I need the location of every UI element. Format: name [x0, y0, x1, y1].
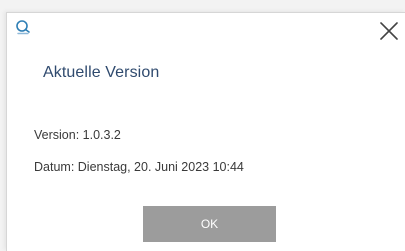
- ok-button-label: OK: [200, 217, 219, 231]
- close-icon[interactable]: [378, 20, 400, 42]
- ok-button[interactable]: OK: [143, 206, 276, 242]
- app-logo-icon: [15, 19, 31, 35]
- date-text: Datum: Dienstag, 20. Juni 2023 10:44: [34, 160, 244, 174]
- version-dialog: Aktuelle Version Version: 1.0.3.2 Datum:…: [6, 12, 405, 251]
- dialog-title: Aktuelle Version: [43, 64, 160, 81]
- version-text: Version: 1.0.3.2: [34, 128, 121, 142]
